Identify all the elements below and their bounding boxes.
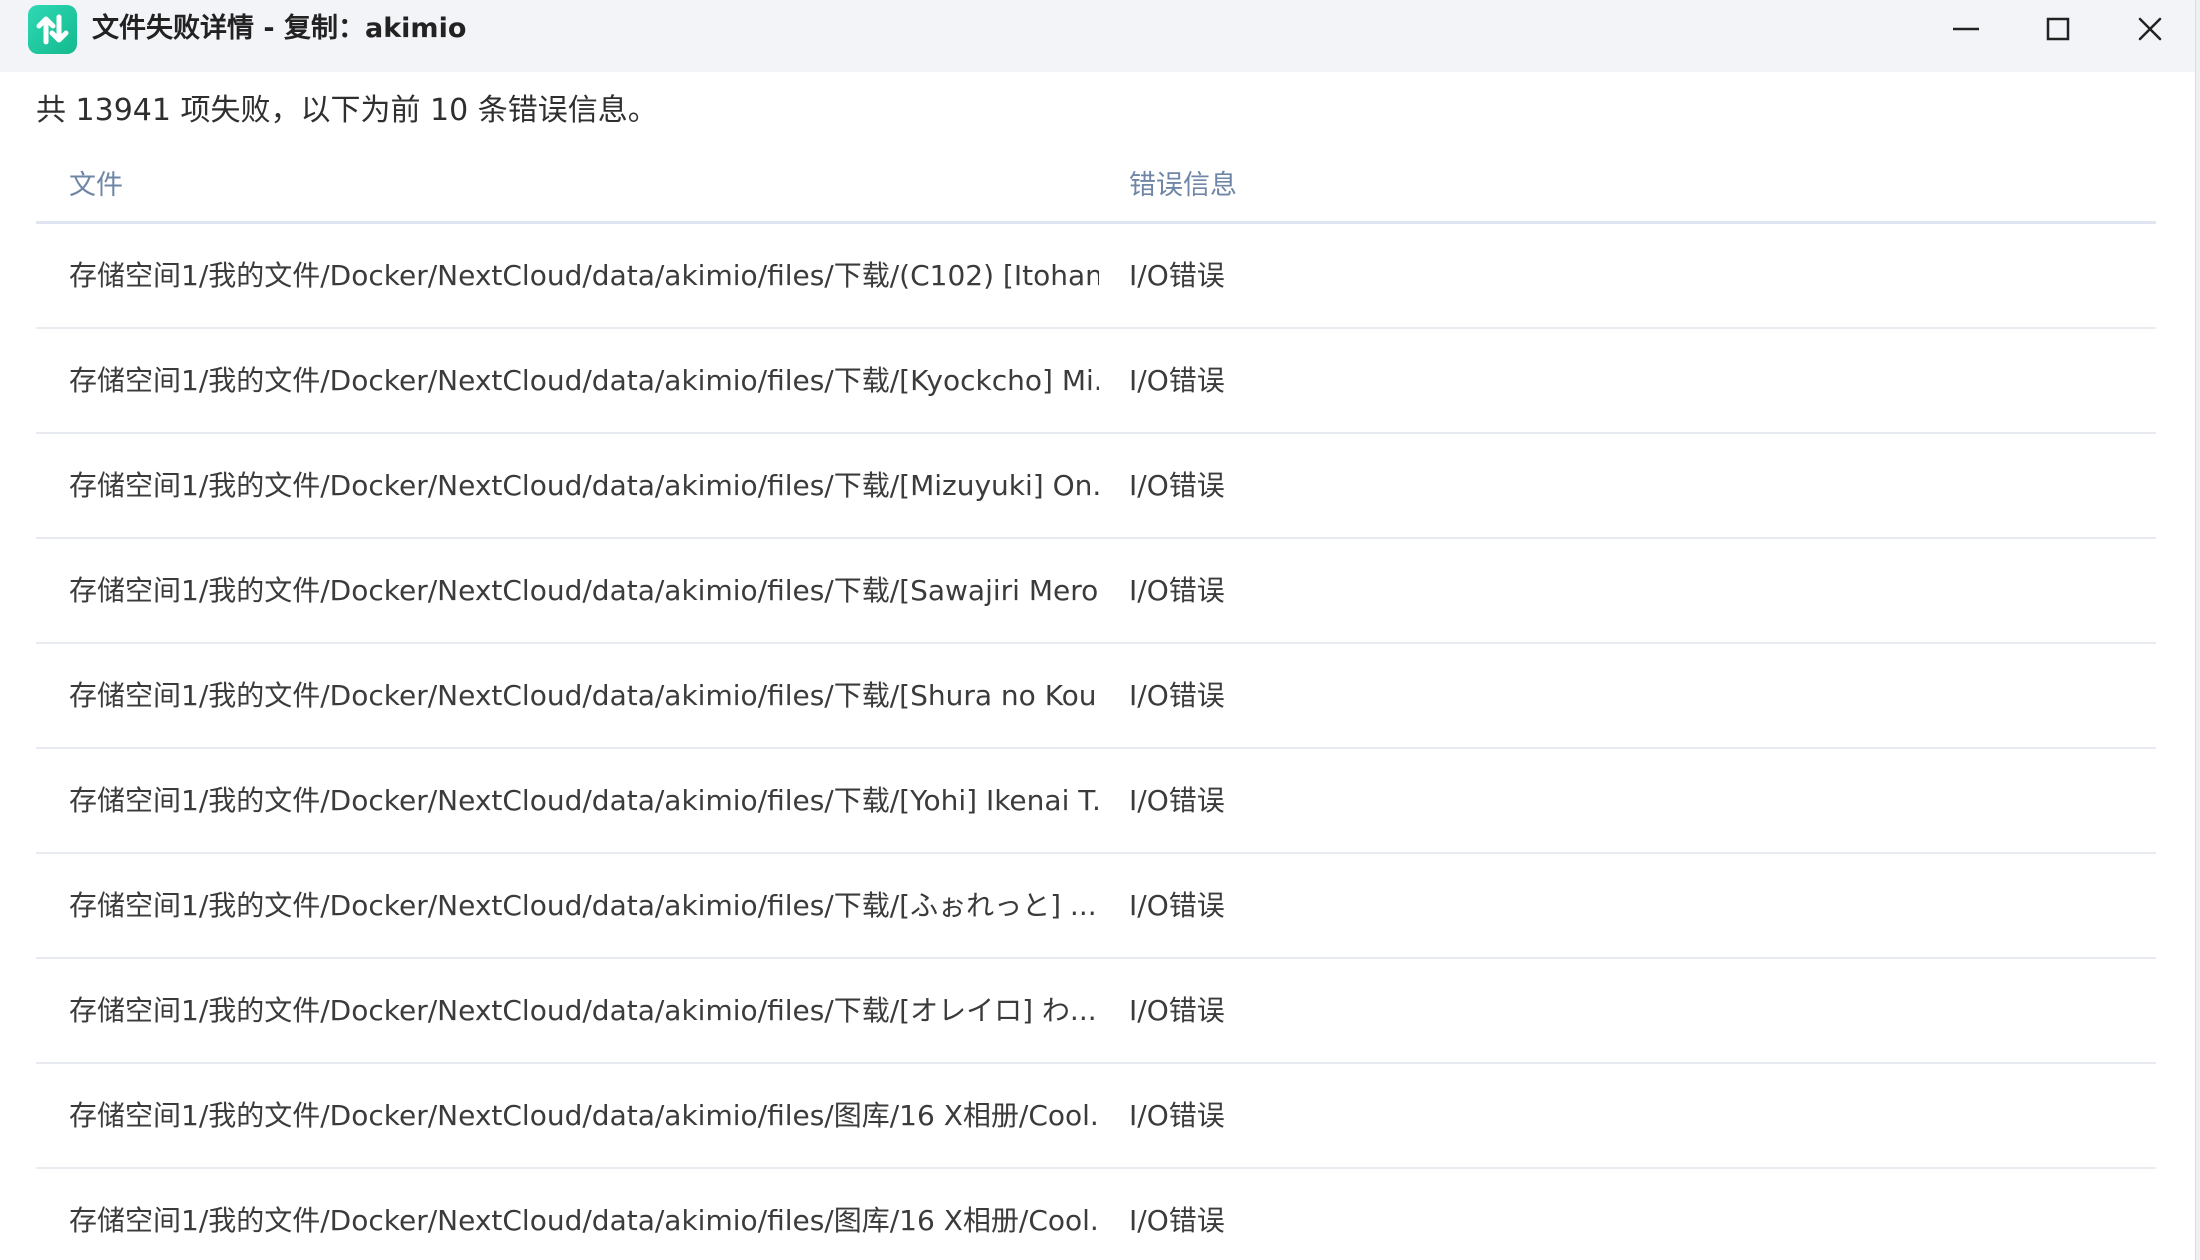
column-header-file: 文件 [69,170,123,201]
failure-summary: 共 13941 项失败，以下为前 10 条错误信息。 [36,93,658,128]
file-path-cell: 存储空间1/我的文件/Docker/NextCloud/data/akimio/… [69,259,1099,292]
error-message-cell: I/O错误 [1129,574,1225,607]
error-message-cell: I/O错误 [1129,469,1225,502]
error-message-cell: I/O错误 [1129,679,1225,712]
window-outer-edge [2196,0,2200,1260]
window-title: 文件失败详情 - 复制：akimio [92,13,467,44]
file-path-cell: 存储空间1/我的文件/Docker/NextCloud/data/akimio/… [69,1204,1099,1237]
transfer-arrows-icon [28,5,77,54]
file-path-cell: 存储空间1/我的文件/Docker/NextCloud/data/akimio/… [69,574,1099,607]
file-path-cell: 存储空间1/我的文件/Docker/NextCloud/data/akimio/… [69,889,1097,922]
file-path-cell: 存储空间1/我的文件/Docker/NextCloud/data/akimio/… [69,679,1099,712]
table-row[interactable]: 存储空间1/我的文件/Docker/NextCloud/data/akimio/… [36,959,2156,1064]
table-row[interactable]: 存储空间1/我的文件/Docker/NextCloud/data/akimio/… [36,749,2156,854]
error-message-cell: I/O错误 [1129,784,1225,817]
file-path-cell: 存储空间1/我的文件/Docker/NextCloud/data/akimio/… [69,994,1097,1027]
table-row[interactable]: 存储空间1/我的文件/Docker/NextCloud/data/akimio/… [36,1064,2156,1169]
file-path-cell: 存储空间1/我的文件/Docker/NextCloud/data/akimio/… [69,364,1099,397]
table-header: 文件 错误信息 [36,156,2156,224]
table-row[interactable]: 存储空间1/我的文件/Docker/NextCloud/data/akimio/… [36,539,2156,644]
table-row[interactable]: 存储空间1/我的文件/Docker/NextCloud/data/akimio/… [36,854,2156,959]
error-message-cell: I/O错误 [1129,994,1225,1027]
file-failure-details-window: 文件失败详情 - 复制：akimio 共 13941 项失败，以下为前 10 条… [0,0,2196,1260]
table-row[interactable]: 存储空间1/我的文件/Docker/NextCloud/data/akimio/… [36,224,2156,329]
error-message-cell: I/O错误 [1129,1204,1225,1237]
error-message-cell: I/O错误 [1129,259,1225,292]
file-path-cell: 存储空间1/我的文件/Docker/NextCloud/data/akimio/… [69,1099,1099,1132]
table-row[interactable]: 存储空间1/我的文件/Docker/NextCloud/data/akimio/… [36,644,2156,749]
file-path-cell: 存储空间1/我的文件/Docker/NextCloud/data/akimio/… [69,784,1099,817]
close-button[interactable] [2118,0,2182,58]
minimize-button[interactable] [1934,0,1998,58]
maximize-button[interactable] [2026,0,2090,58]
table-row[interactable]: 存储空间1/我的文件/Docker/NextCloud/data/akimio/… [36,434,2156,539]
error-message-cell: I/O错误 [1129,889,1225,922]
error-table: 文件 错误信息 存储空间1/我的文件/Docker/NextCloud/data… [36,156,2156,1260]
table-row[interactable]: 存储空间1/我的文件/Docker/NextCloud/data/akimio/… [36,1169,2156,1260]
error-message-cell: I/O错误 [1129,364,1225,397]
file-path-cell: 存储空间1/我的文件/Docker/NextCloud/data/akimio/… [69,469,1099,502]
title-bar[interactable]: 文件失败详情 - 复制：akimio [0,0,2195,72]
error-message-cell: I/O错误 [1129,1099,1225,1132]
page: 文件失败详情 - 复制：akimio 共 13941 项失败，以下为前 10 条… [0,0,2200,1260]
table-row[interactable]: 存储空间1/我的文件/Docker/NextCloud/data/akimio/… [36,329,2156,434]
column-header-error: 错误信息 [1129,170,1237,201]
